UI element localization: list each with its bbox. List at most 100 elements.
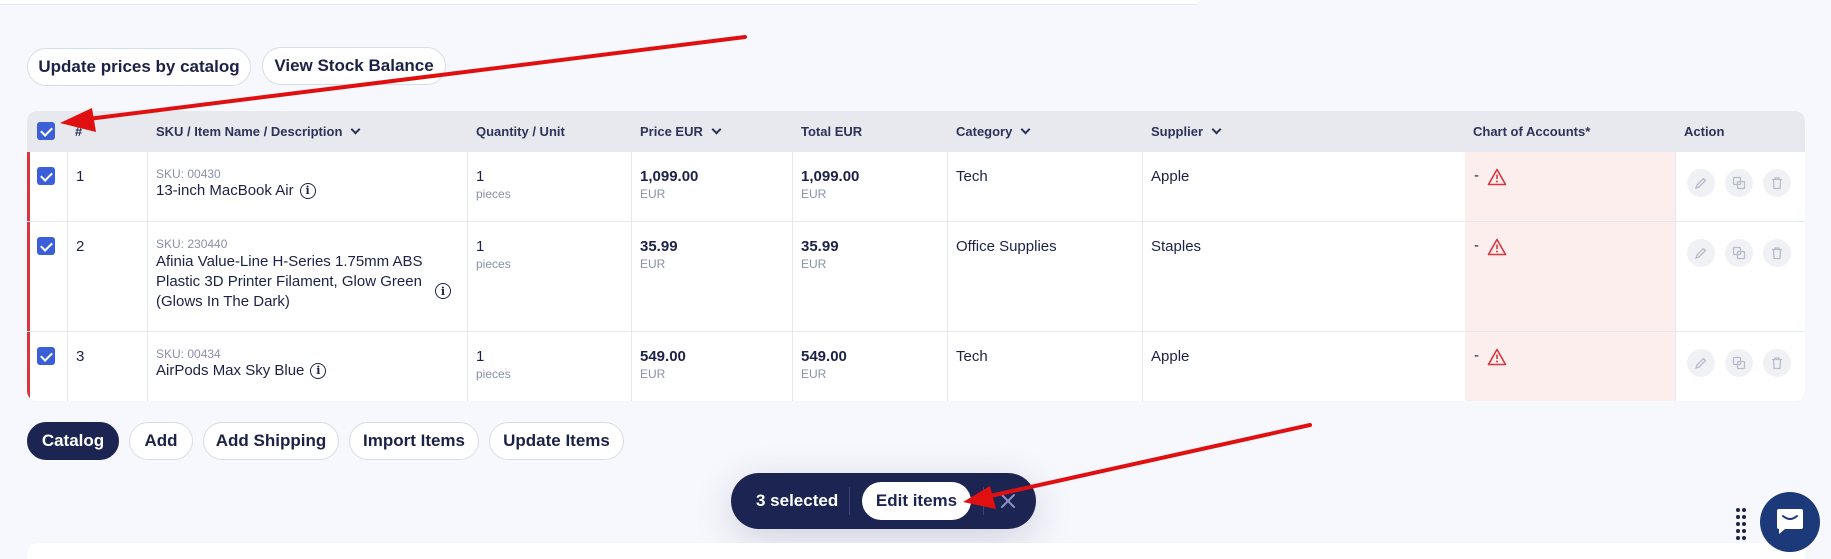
row-category[interactable]: Office Supplies [956,238,1057,255]
edit-row-button[interactable] [1687,239,1715,267]
divider [849,487,850,515]
chevron-down-icon [350,124,361,134]
info-icon[interactable]: i [299,183,316,200]
selected-count: 3 selected [756,491,839,510]
row-error-indicator [27,152,30,221]
row-total-currency: EUR [801,257,827,271]
pencil-icon [1694,247,1707,260]
add-button[interactable]: Add [129,422,193,460]
header-category[interactable]: Category [956,111,1031,151]
row-coa-value[interactable]: - [1474,347,1479,364]
row-sku: SKU: 230440 [156,237,228,251]
row-coa-value[interactable]: - [1474,237,1479,254]
duplicate-icon [1732,176,1746,190]
selection-bar: 3 selected Edit items [731,473,1036,529]
header-total: Total EUR [801,123,863,139]
edit-row-button[interactable] [1687,349,1715,377]
row-error-indicator [27,332,30,401]
delete-row-button[interactable] [1763,239,1791,267]
bottom-card [27,543,1805,559]
items-table: # SKU / Item Name / Description Quantity… [27,111,1805,401]
row-unit: pieces [476,257,511,271]
table-row: 3 SKU: 00434 AirPods Max Sky Blue i 1 pie… [27,331,1805,401]
delete-row-button[interactable] [1763,169,1791,197]
row-total: 35.99 [801,238,839,255]
row-number: 1 [76,168,85,185]
catalog-button[interactable]: Catalog [27,422,119,460]
warning-icon [1487,168,1507,186]
select-all-checkbox[interactable] [37,122,55,140]
row-price-currency: EUR [640,257,666,271]
row-category[interactable]: Tech [956,348,988,365]
header-num: # [75,123,83,139]
table-row: 2 SKU: 230440 Afinia Value-Line H-Series… [27,221,1805,331]
edit-row-button[interactable] [1687,169,1715,197]
update-items-button[interactable]: Update Items [489,422,624,460]
row-quantity: 1 [476,238,485,255]
row-number: 3 [76,348,85,365]
row-total-currency: EUR [801,367,827,381]
row-sku: SKU: 00434 [156,347,221,361]
row-price-currency: EUR [640,187,666,201]
row-checkbox[interactable] [37,237,55,255]
row-error-indicator [27,222,30,331]
row-item-name-text: AirPods Max Sky Blue [156,362,305,379]
row-item-name-text: 13-inch MacBook Air [156,182,294,199]
row-category[interactable]: Tech [956,168,988,185]
row-item-name: 13-inch MacBook Air i [156,181,316,201]
header-sku-label: SKU / Item Name / Description [156,123,343,139]
row-checkbox[interactable] [37,347,55,365]
row-quantity: 1 [476,348,485,365]
duplicate-row-button[interactable] [1725,349,1753,377]
update-prices-button[interactable]: Update prices by catalog [27,48,251,86]
trash-icon [1772,177,1782,190]
chat-button[interactable] [1760,492,1820,552]
warning-icon [1487,238,1507,256]
trash-icon [1772,357,1782,370]
duplicate-row-button[interactable] [1725,239,1753,267]
info-icon[interactable]: i [435,283,451,299]
row-sku: SKU: 00430 [156,167,221,181]
top-card [0,0,1200,5]
row-item-name: AirPods Max Sky Blue i [156,361,327,381]
header-price[interactable]: Price EUR [640,111,722,151]
row-total-currency: EUR [801,187,827,201]
row-supplier[interactable]: Apple [1151,168,1189,185]
row-supplier[interactable]: Apple [1151,348,1189,365]
row-number: 2 [76,238,85,255]
duplicate-row-button[interactable] [1725,169,1753,197]
drag-handle-icon[interactable] [1735,507,1747,541]
header-action: Action [1684,123,1725,139]
add-shipping-button[interactable]: Add Shipping [203,422,339,460]
view-stock-balance-button[interactable]: View Stock Balance [262,47,446,85]
row-price: 549.00 [640,348,686,365]
delete-row-button[interactable] [1763,349,1791,377]
row-item-name: Afinia Value-Line H-Series 1.75mm ABS Pl… [156,253,423,310]
warning-icon [1487,348,1507,366]
row-total: 1,099.00 [801,168,860,185]
edit-items-button[interactable]: Edit items [862,482,971,520]
chevron-down-icon [1211,124,1222,134]
chevron-down-icon [711,124,722,134]
header-supplier[interactable]: Supplier [1151,111,1222,151]
row-coa-value[interactable]: - [1474,167,1479,184]
row-quantity: 1 [476,168,485,185]
pencil-icon [1694,177,1707,190]
duplicate-icon [1732,356,1746,370]
row-price: 35.99 [640,238,678,255]
header-coa: Chart of Accounts* [1473,123,1591,139]
import-items-button[interactable]: Import Items [349,422,479,460]
row-price: 1,099.00 [640,168,699,185]
row-supplier[interactable]: Staples [1151,238,1201,255]
duplicate-icon [1732,246,1746,260]
table-row: 1 SKU: 00430 13-inch MacBook Air i 1 piec… [27,151,1805,221]
row-checkbox[interactable] [37,167,55,185]
info-icon[interactable]: i [310,363,327,380]
table-header: # SKU / Item Name / Description Quantity… [27,111,1805,151]
row-total: 549.00 [801,348,847,365]
close-icon[interactable] [996,489,1020,513]
header-sku[interactable]: SKU / Item Name / Description [156,111,361,151]
divider [983,487,984,515]
header-quantity: Quantity / Unit [476,123,565,139]
row-unit: pieces [476,187,511,201]
